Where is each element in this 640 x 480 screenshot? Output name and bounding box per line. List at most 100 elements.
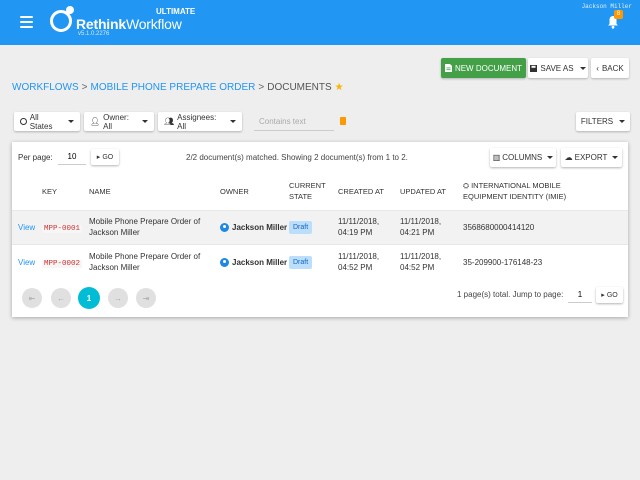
- columns-button[interactable]: ▥ COLUMNS: [490, 148, 556, 167]
- avatar-icon: [220, 258, 229, 268]
- back-label: BACK: [601, 63, 624, 73]
- current-user-name[interactable]: Jackson Miller: [582, 3, 632, 10]
- chevron-down-icon: [579, 66, 586, 70]
- new-document-label: NEW DOCUMENT: [454, 63, 523, 73]
- updated-time: 04:21 PM: [400, 228, 435, 237]
- owner-name: Jackson Miller: [232, 258, 288, 267]
- edition-label: ULTIMATE: [156, 7, 196, 16]
- table-row: View MPP-0001 Mobile Phone Prepare Order…: [12, 210, 628, 244]
- states-filter-label: All States: [29, 112, 53, 131]
- chevron-down-icon: [230, 120, 236, 123]
- document-owner: Jackson Miller: [220, 257, 287, 268]
- jump-to-page-input[interactable]: [568, 287, 592, 303]
- go-label: GO: [102, 153, 114, 161]
- updated-time: 04:52 PM: [400, 263, 435, 272]
- columns-icon: ▥: [492, 153, 501, 162]
- current-page-button[interactable]: 1: [78, 287, 100, 309]
- column-header-name[interactable]: NAME: [89, 186, 111, 197]
- document-name-line2: Jackson Miller: [89, 228, 140, 237]
- created-time: 04:52 PM: [338, 263, 373, 272]
- app-logo[interactable]: RethinkWorkflow: [76, 16, 182, 32]
- filters-label: FILTERS: [580, 117, 614, 126]
- created-at: 11/11/2018, 04:19 PM: [338, 216, 379, 238]
- created-date: 11/11/2018,: [338, 252, 380, 261]
- chevron-down-icon: [68, 120, 74, 123]
- column-header-current-state[interactable]: CURRENT STATE: [289, 180, 326, 202]
- clear-search-icon[interactable]: [340, 117, 346, 125]
- column-header-updated-at[interactable]: UPDATED AT: [400, 186, 446, 197]
- document-name-line2: Jackson Miller: [89, 263, 140, 272]
- person-icon: 👤︎: [90, 117, 101, 126]
- jump-go-button[interactable]: ▸ GO: [596, 287, 623, 303]
- circle-icon: [20, 118, 27, 125]
- export-button[interactable]: ☁︎ EXPORT: [561, 148, 622, 167]
- cloud-download-icon: ☁︎: [564, 153, 573, 162]
- matched-count-text: 2/2 document(s) matched. Showing 2 docum…: [186, 153, 408, 162]
- owner-name: Jackson Miller: [232, 223, 288, 232]
- breadcrumb-separator: >: [81, 82, 88, 93]
- imie-value: 3568680000414120: [463, 223, 535, 232]
- search-input[interactable]: [254, 112, 334, 131]
- version-label: v5.1.0.2276: [78, 31, 110, 37]
- per-page-input[interactable]: [58, 149, 86, 165]
- save-as-label: SAVE AS: [540, 63, 574, 73]
- filters-button[interactable]: FILTERS: [576, 112, 630, 131]
- breadcrumb: WORKFLOWS > MOBILE PHONE PREPARE ORDER >…: [12, 82, 344, 93]
- per-page-go-button[interactable]: ▸ GO: [91, 149, 119, 165]
- document-key: MPP-0002: [42, 260, 83, 268]
- assignees-filter-dropdown[interactable]: 👥︎ Assignees: All: [158, 112, 242, 131]
- updated-date: 11/11/2018,: [400, 217, 442, 226]
- status-badge: Draft: [289, 221, 313, 234]
- fingerprint-icon: ⛭: [463, 181, 469, 190]
- save-as-button[interactable]: SAVE AS: [528, 58, 588, 78]
- table-row: View MPP-0002 Mobile Phone Prepare Order…: [12, 244, 628, 278]
- pages-total-text: 1 page(s) total. Jump to page:: [457, 290, 564, 299]
- last-page-button[interactable]: ⇥: [136, 288, 156, 308]
- updated-date: 11/11/2018,: [400, 252, 442, 261]
- status-badge: Draft: [289, 256, 313, 269]
- document-owner: Jackson Miller: [220, 222, 287, 233]
- updated-at: 11/11/2018, 04:21 PM: [400, 216, 441, 238]
- assignees-filter-label: Assignees: All: [177, 112, 217, 131]
- states-filter-dropdown[interactable]: All States: [14, 112, 80, 131]
- created-time: 04:19 PM: [338, 228, 373, 237]
- owner-filter-dropdown[interactable]: 👤︎ Owner: All: [84, 112, 154, 131]
- breadcrumb-workflow[interactable]: MOBILE PHONE PREPARE ORDER: [91, 82, 256, 93]
- column-header-owner[interactable]: OWNER: [220, 186, 249, 197]
- owner-filter-label: Owner: All: [103, 112, 129, 131]
- new-document-button[interactable]: NEW DOCUMENT: [441, 58, 526, 78]
- play-icon: ▸: [96, 154, 101, 161]
- column-header-created-at[interactable]: CREATED AT: [338, 186, 384, 197]
- chevron-left-icon: ‹: [596, 63, 599, 73]
- column-header-imie-line1: INTERNATIONAL MOBILE: [471, 181, 561, 190]
- chevron-down-icon: [612, 156, 619, 159]
- first-page-button[interactable]: ⇤: [22, 288, 42, 308]
- breadcrumb-documents: DOCUMENTS: [267, 82, 332, 93]
- document-name-line1: Mobile Phone Prepare Order of: [89, 217, 201, 226]
- breadcrumb-workflows[interactable]: WORKFLOWS: [12, 82, 79, 93]
- imie-value: 35-209900-176148-23: [463, 258, 543, 267]
- save-icon: [530, 64, 538, 72]
- star-icon[interactable]: ★: [335, 82, 344, 93]
- column-header-current-state-line1: CURRENT: [289, 181, 326, 190]
- play-icon: ▸: [601, 292, 605, 299]
- hamburger-menu-icon[interactable]: [20, 16, 33, 28]
- column-header-key[interactable]: KEY: [42, 186, 57, 197]
- per-page-label: Per page:: [18, 153, 53, 162]
- view-link[interactable]: View: [18, 257, 35, 268]
- export-label: EXPORT: [574, 153, 608, 162]
- next-page-button[interactable]: →: [108, 288, 128, 308]
- created-date: 11/11/2018,: [338, 217, 380, 226]
- view-link[interactable]: View: [18, 222, 35, 233]
- chevron-down-icon: [619, 120, 626, 123]
- document-key: MPP-0001: [42, 225, 83, 233]
- table-header: KEY NAME OWNER CURRENT STATE CREATED AT …: [12, 172, 628, 210]
- chevron-down-icon: [547, 156, 554, 159]
- column-header-imie[interactable]: ⛭ INTERNATIONAL MOBILE EQUIPMENT IDENTIT…: [463, 180, 566, 202]
- documents-table-card: Per page: ▸ GO 2/2 document(s) matched. …: [12, 142, 628, 317]
- back-button[interactable]: ‹ BACK: [591, 58, 629, 78]
- previous-page-button[interactable]: ←: [51, 288, 71, 308]
- document-name-line1: Mobile Phone Prepare Order of: [89, 252, 201, 261]
- columns-label: COLUMNS: [502, 153, 543, 162]
- go-label: GO: [606, 291, 618, 299]
